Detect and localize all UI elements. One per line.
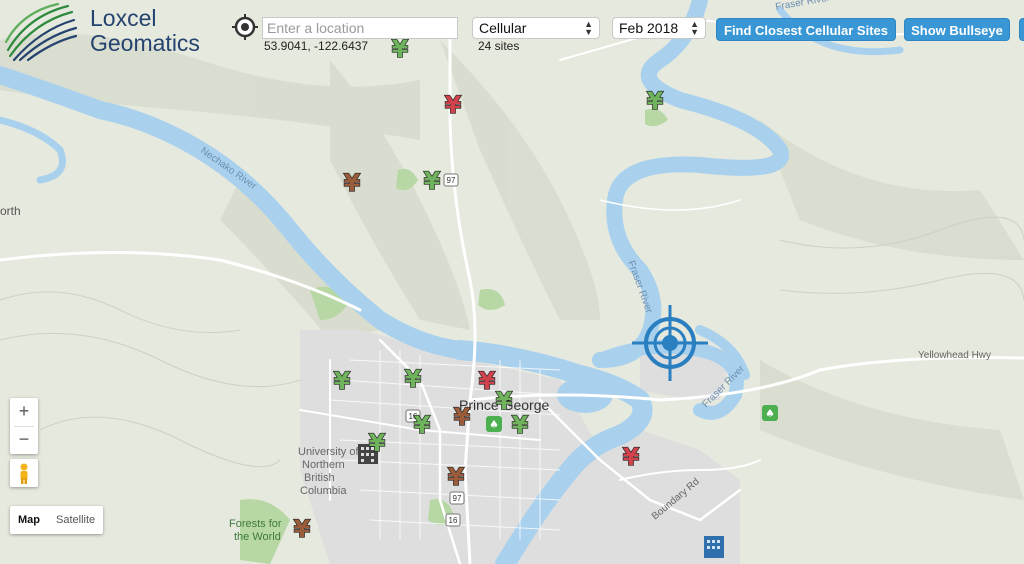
map-type-satellite-button[interactable]: Satellite	[48, 506, 103, 534]
date-value: Feb 2018	[619, 20, 679, 36]
cell-site-marker-icon[interactable]: ¥	[646, 86, 664, 115]
highway-shield-97-south-label: 97	[453, 494, 462, 503]
network-type-value: Cellular	[479, 20, 527, 36]
road-label-yellowhead: Yellowhead Hwy	[918, 350, 991, 361]
svg-text:¥: ¥	[445, 91, 462, 119]
cell-site-marker-icon[interactable]: ¥	[343, 168, 361, 197]
location-search-input[interactable]	[262, 17, 458, 39]
poi-label-university-1: University of	[298, 446, 359, 458]
poi-label-forests-1: Forests for	[229, 518, 282, 530]
svg-text:¥: ¥	[512, 411, 529, 439]
cell-site-marker-icon[interactable]: ¥	[404, 364, 422, 393]
select-arrows-icon: ▲ ▼	[690, 19, 699, 37]
highway-shield-16-b-label: 16	[449, 516, 458, 525]
network-type-select[interactable]: Cellular ▲ ▼	[472, 17, 600, 39]
cell-site-marker-icon[interactable]: ¥	[622, 442, 640, 471]
poi-label-forests-2: the World	[234, 531, 281, 543]
svg-text:¥: ¥	[405, 365, 422, 393]
cell-site-marker-icon[interactable]: ¥	[478, 366, 496, 395]
cell-site-marker-icon[interactable]: ¥	[293, 514, 311, 543]
map-canvas[interactable]: Prince George Nechako River Fraser River…	[0, 0, 1024, 564]
svg-text:¥: ¥	[334, 367, 351, 395]
date-select[interactable]: Feb 2018 ▲ ▼	[612, 17, 706, 39]
cell-site-marker-icon[interactable]: ¥	[413, 410, 431, 439]
svg-text:¥: ¥	[647, 87, 664, 115]
svg-text:¥: ¥	[623, 443, 640, 471]
building-icon-south	[704, 536, 724, 558]
zoom-in-button[interactable]: +	[10, 398, 38, 426]
cell-site-marker-icon[interactable]: ¥	[333, 366, 351, 395]
svg-text:¥: ¥	[448, 463, 465, 491]
logo-line-2: Geomatics	[90, 30, 200, 56]
svg-text:¥: ¥	[479, 367, 496, 395]
cell-site-marker-icon[interactable]: ¥	[423, 166, 441, 195]
select-arrows-icon: ▲ ▼	[584, 19, 593, 37]
street-view-pegman-icon[interactable]	[10, 459, 38, 487]
coordinates-readout: 53.9041, -122.6437	[264, 39, 369, 53]
extra-button-partial[interactable]	[1019, 18, 1024, 41]
site-count: 24 sites	[478, 39, 520, 53]
find-closest-sites-button[interactable]: Find Closest Cellular Sites	[716, 18, 896, 41]
map-type-control: Map Satellite	[10, 506, 104, 534]
svg-text:¥: ¥	[424, 167, 441, 195]
zoom-control: + −	[10, 398, 38, 454]
svg-text:¥: ¥	[454, 403, 471, 431]
svg-text:¥: ¥	[344, 169, 361, 197]
svg-text:¥: ¥	[392, 35, 409, 63]
svg-text:¥: ¥	[414, 411, 431, 439]
cell-site-marker-icon[interactable]: ¥	[368, 428, 386, 457]
logo-line-1: Loxcel	[90, 5, 157, 31]
company-logo[interactable]: Loxcel Geomatics	[4, 2, 234, 64]
logo-swoosh-icon	[4, 2, 78, 62]
svg-text:¥: ¥	[369, 429, 386, 457]
poi-label-university-4: Columbia	[300, 485, 347, 497]
poi-label-university-3: British	[304, 472, 335, 484]
cell-site-marker-icon[interactable]: ¥	[444, 90, 462, 119]
cell-site-marker-icon[interactable]: ¥	[453, 402, 471, 431]
svg-text:¥: ¥	[496, 387, 513, 415]
poi-label-university-2: Northern	[302, 459, 345, 471]
svg-text:♠: ♠	[765, 407, 775, 420]
place-label-north-edge: orth	[0, 204, 21, 218]
geolocate-crosshair-icon[interactable]	[232, 14, 258, 40]
svg-text:♠: ♠	[489, 418, 499, 431]
cell-site-marker-icon[interactable]: ¥	[447, 462, 465, 491]
zoom-divider	[14, 426, 34, 427]
highway-shield-97-north-label: 97	[447, 176, 456, 185]
cell-site-marker-icon[interactable]: ¥	[391, 34, 409, 63]
logo-text: Loxcel Geomatics	[90, 6, 200, 56]
zoom-out-button[interactable]: −	[10, 426, 38, 454]
cell-site-marker-icon[interactable]: ¥	[495, 386, 513, 415]
map-type-map-button[interactable]: Map	[10, 506, 48, 534]
cell-site-marker-icon[interactable]: ¥	[511, 410, 529, 439]
show-bullseye-button[interactable]: Show Bullseye	[904, 18, 1010, 41]
svg-text:¥: ¥	[294, 515, 311, 543]
